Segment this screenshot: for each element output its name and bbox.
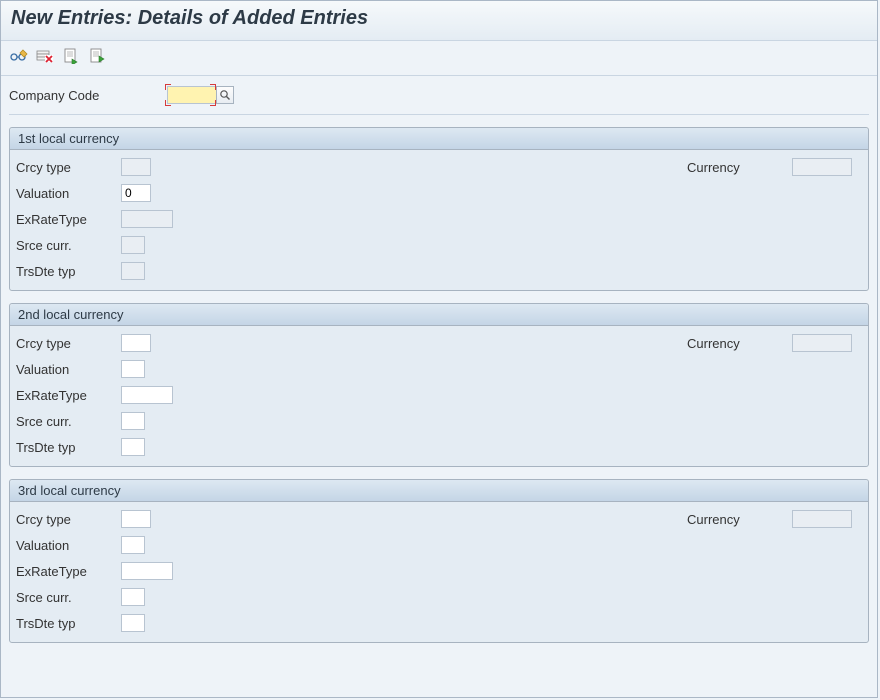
prev-entry-icon[interactable] <box>61 47 81 65</box>
currency-label-1: Currency <box>687 160 792 175</box>
group-title-1: 1st local currency <box>10 128 868 150</box>
srce-curr-label-2: Srce curr. <box>16 414 121 429</box>
trsdte-typ-label-2: TrsDte typ <box>16 440 121 455</box>
srce-curr-label-3: Srce curr. <box>16 590 121 605</box>
company-code-row: Company Code <box>1 76 877 114</box>
trsdte-typ-label-1: TrsDte typ <box>16 264 121 279</box>
crcy-type-field-1 <box>121 158 151 176</box>
crcy-type-label-3: Crcy type <box>16 512 121 527</box>
srce-curr-label-1: Srce curr. <box>16 238 121 253</box>
trsdte-typ-field-1 <box>121 262 145 280</box>
valuation-field-1[interactable] <box>121 184 151 202</box>
valuation-field-2[interactable] <box>121 360 145 378</box>
group-2nd-local-currency: 2nd local currency Crcy type Currency Va… <box>9 303 869 467</box>
valuation-label-2: Valuation <box>16 362 121 377</box>
currency-field-2 <box>792 334 852 352</box>
glasses-pencil-icon[interactable] <box>9 47 29 65</box>
currency-field-3 <box>792 510 852 528</box>
valuation-field-3[interactable] <box>121 536 145 554</box>
search-icon <box>219 89 231 101</box>
page-title: New Entries: Details of Added Entries <box>11 7 368 29</box>
company-code-search-help-button[interactable] <box>216 86 234 104</box>
valuation-label-3: Valuation <box>16 538 121 553</box>
titlebar: New Entries: Details of Added Entries <box>1 1 877 41</box>
window: New Entries: Details of Added Entries <box>0 0 878 698</box>
trsdte-typ-field-3[interactable] <box>121 614 145 632</box>
currency-field-1 <box>792 158 852 176</box>
crcy-type-label-2: Crcy type <box>16 336 121 351</box>
currency-label-3: Currency <box>687 512 792 527</box>
srce-curr-field-3[interactable] <box>121 588 145 606</box>
delete-row-icon[interactable] <box>35 47 55 65</box>
group-3rd-local-currency: 3rd local currency Crcy type Currency Va… <box>9 479 869 643</box>
company-code-label: Company Code <box>9 88 159 103</box>
toolbar <box>1 41 877 76</box>
next-entry-icon[interactable] <box>87 47 107 65</box>
crcy-type-field-2[interactable] <box>121 334 151 352</box>
trsdte-typ-label-3: TrsDte typ <box>16 616 121 631</box>
trsdte-typ-field-2[interactable] <box>121 438 145 456</box>
exratetype-field-2[interactable] <box>121 386 173 404</box>
crcy-type-field-3[interactable] <box>121 510 151 528</box>
exratetype-label-1: ExRateType <box>16 212 121 227</box>
exratetype-field-3[interactable] <box>121 562 173 580</box>
valuation-label-1: Valuation <box>16 186 121 201</box>
exratetype-label-3: ExRateType <box>16 564 121 579</box>
currency-label-2: Currency <box>687 336 792 351</box>
header-divider <box>9 114 869 115</box>
crcy-type-label-1: Crcy type <box>16 160 121 175</box>
exratetype-field-1 <box>121 210 173 228</box>
group-title-2: 2nd local currency <box>10 304 868 326</box>
company-code-input-wrap <box>167 86 234 104</box>
srce-curr-field-1 <box>121 236 145 254</box>
exratetype-label-2: ExRateType <box>16 388 121 403</box>
group-title-3: 3rd local currency <box>10 480 868 502</box>
group-1st-local-currency: 1st local currency Crcy type Currency Va… <box>9 127 869 291</box>
srce-curr-field-2[interactable] <box>121 412 145 430</box>
